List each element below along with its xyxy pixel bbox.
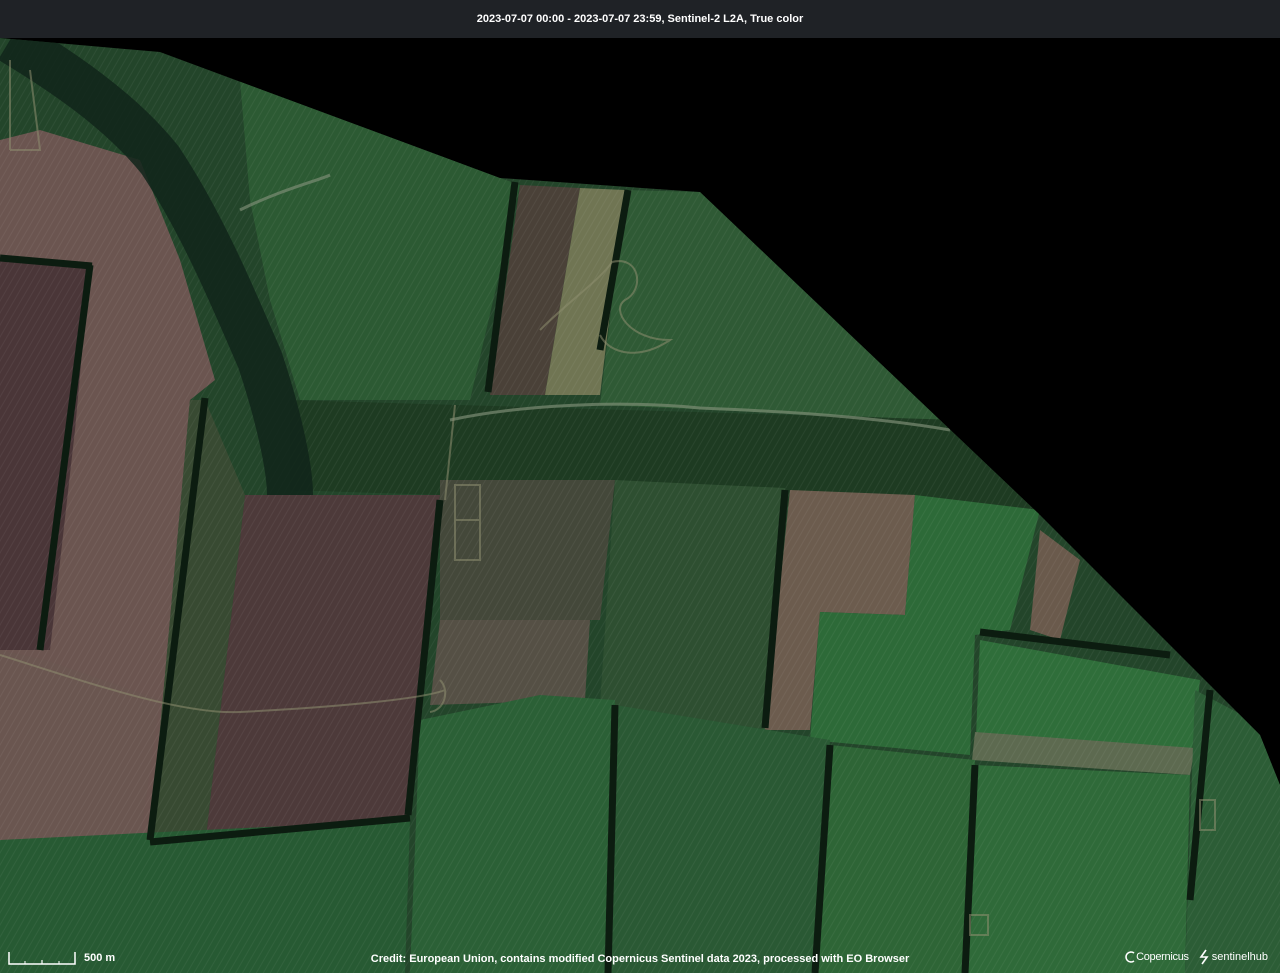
image-title: 2023-07-07 00:00 - 2023-07-07 23:59, Sen… — [476, 13, 804, 25]
sentinelhub-logo-icon: sentinelhub — [1199, 949, 1268, 965]
imagery-swath — [0, 38, 1280, 973]
provider-logos: Copernicus sentinelhub — [1124, 945, 1268, 969]
map-footer: 500 m Credit: European Union, contains m… — [0, 945, 1280, 973]
image-title-bar: 2023-07-07 00:00 - 2023-07-07 23:59, Sen… — [0, 0, 1280, 38]
satellite-map[interactable] — [0, 38, 1280, 973]
satellite-image — [0, 38, 1280, 973]
sentinelhub-logo-text: sentinelhub — [1211, 951, 1268, 963]
attribution-credit: Credit: European Union, contains modifie… — [370, 953, 910, 965]
copernicus-logo-icon: Copernicus — [1124, 950, 1189, 964]
copernicus-logo-text: Copernicus — [1136, 951, 1189, 963]
